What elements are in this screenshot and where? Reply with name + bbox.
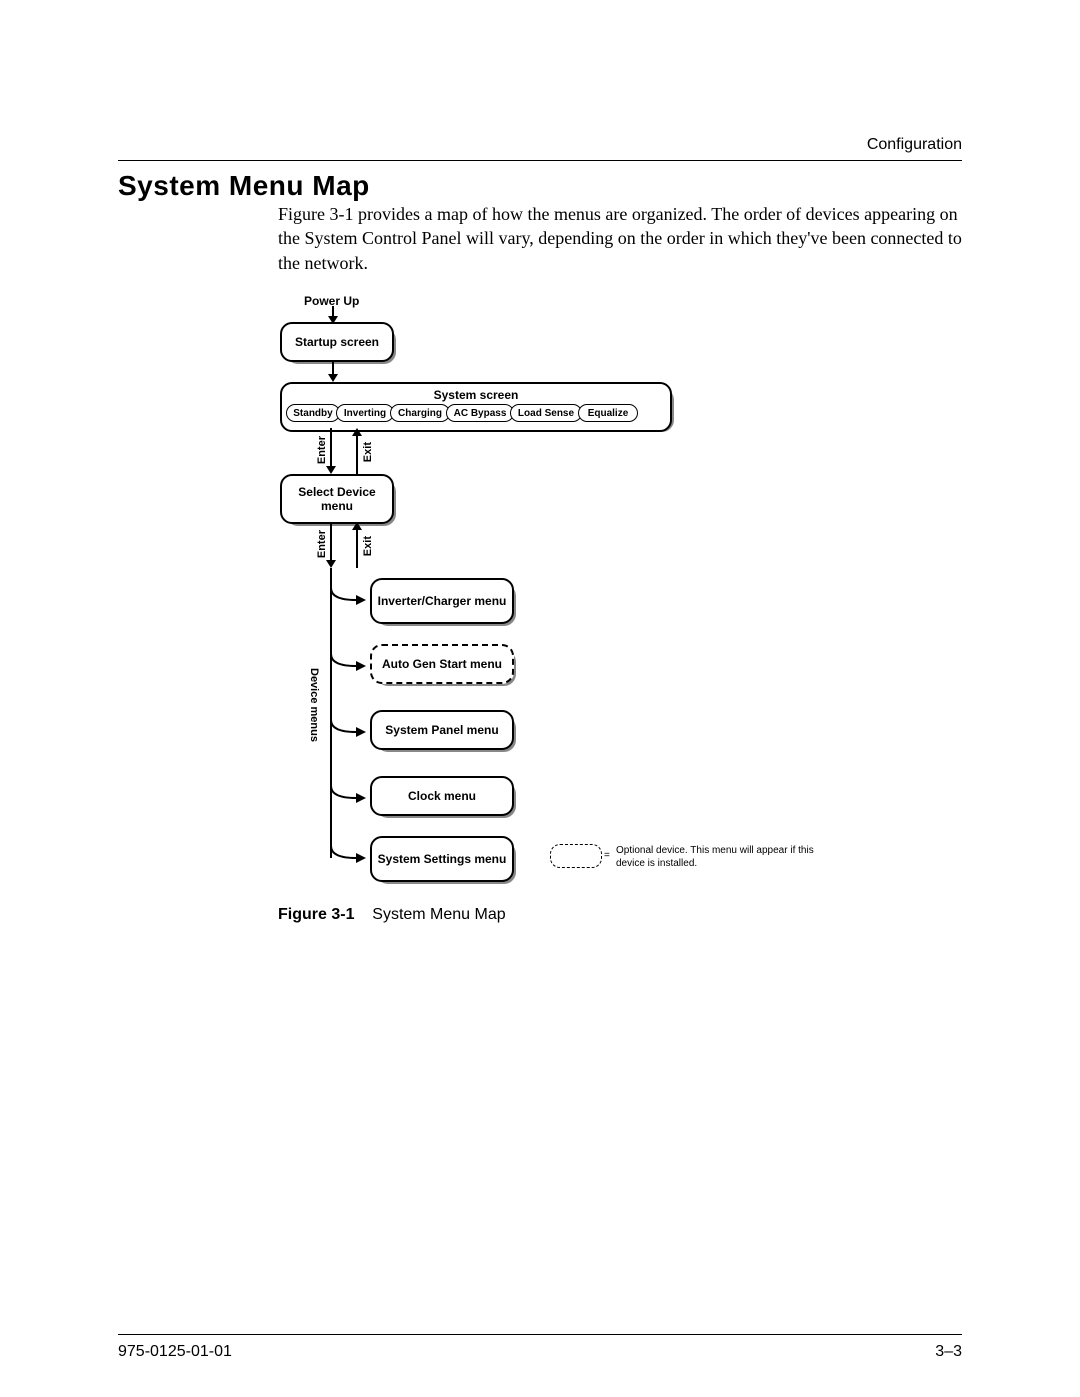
auto-gen-start-menu-box: Auto Gen Start menu xyxy=(370,644,514,684)
startup-screen-box: Startup screen xyxy=(280,322,394,362)
device-menus-label: Device menus xyxy=(308,668,320,742)
intro-paragraph: Figure 3-1 provides a map of how the men… xyxy=(278,202,962,275)
footer-doc-number: 975-0125-01-01 xyxy=(118,1343,232,1361)
exit-label-2: Exit xyxy=(362,536,374,556)
legend-equals: = xyxy=(604,850,610,861)
enter-label-2: Enter xyxy=(316,530,328,558)
document-page: Configuration System Menu Map Figure 3-1… xyxy=(0,0,1080,1397)
figure-caption-label: Figure 3-1 xyxy=(278,906,354,923)
footer-rule xyxy=(118,1334,962,1335)
page-title: System Menu Map xyxy=(118,170,370,202)
mode-pill-loadsense: Load Sense xyxy=(510,404,582,422)
exit-arrow-icon xyxy=(352,522,362,568)
mode-pill-inverting: Inverting xyxy=(336,404,394,422)
legend-text: Optional device. This menu will appear i… xyxy=(616,844,826,870)
system-settings-menu-box: System Settings menu xyxy=(370,836,514,882)
exit-label: Exit xyxy=(362,442,374,462)
figure-caption: Figure 3-1 System Menu Map xyxy=(278,906,506,924)
footer-page-number: 3–3 xyxy=(935,1343,962,1361)
legend-optional-box xyxy=(550,844,602,868)
inverter-charger-menu-box: Inverter/Charger menu xyxy=(370,578,514,624)
arrow-icon xyxy=(328,360,338,382)
mode-pill-equalize: Equalize xyxy=(578,404,638,422)
system-screen-title: System screen xyxy=(434,388,519,402)
enter-label: Enter xyxy=(316,436,328,464)
figure-caption-text: System Menu Map xyxy=(372,906,505,923)
mode-pill-standby: Standby xyxy=(286,404,340,422)
section-label: Configuration xyxy=(867,136,962,154)
mode-pill-acbypass: AC Bypass xyxy=(446,404,514,422)
system-menu-map-diagram: Power Up Startup screen System screen St… xyxy=(278,288,958,928)
header-rule xyxy=(118,160,962,161)
select-device-menu-box: Select Device menu xyxy=(280,474,394,524)
exit-arrow-icon xyxy=(352,428,362,474)
mode-pill-charging: Charging xyxy=(390,404,450,422)
system-panel-menu-box: System Panel menu xyxy=(370,710,514,750)
clock-menu-box: Clock menu xyxy=(370,776,514,816)
